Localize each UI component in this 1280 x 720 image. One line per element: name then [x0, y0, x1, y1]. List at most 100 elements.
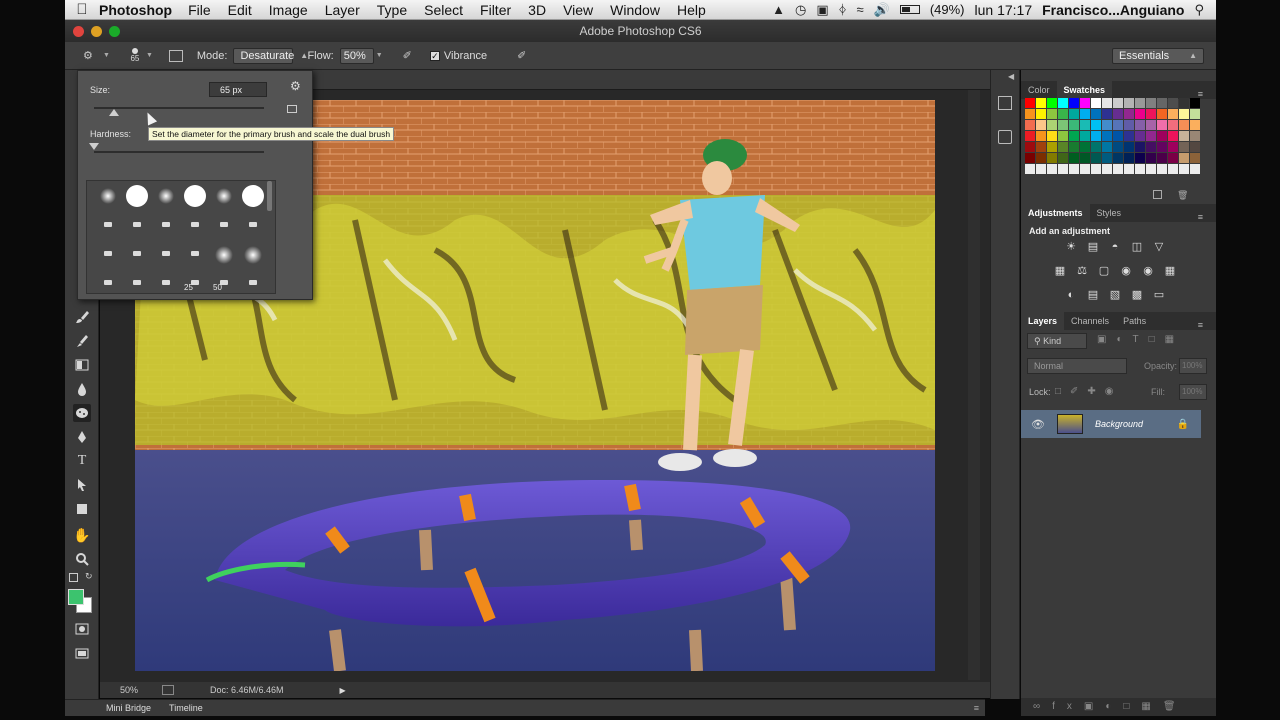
color-swatch[interactable]: [1036, 153, 1046, 163]
color-swatch[interactable]: [1157, 131, 1167, 141]
tab-channels[interactable]: Channels: [1064, 312, 1116, 330]
color-swatch[interactable]: [1190, 164, 1200, 174]
hand-tool[interactable]: ✋: [73, 526, 91, 544]
color-swatch[interactable]: [1157, 109, 1167, 119]
color-swatch[interactable]: [1036, 109, 1046, 119]
color-swatch[interactable]: [1036, 142, 1046, 152]
color-swatch[interactable]: [1047, 98, 1057, 108]
sponge-tool[interactable]: [73, 404, 91, 422]
color-swatch[interactable]: [1135, 109, 1145, 119]
color-swatch[interactable]: [1058, 98, 1068, 108]
color-swatch[interactable]: [1069, 164, 1079, 174]
menu-image[interactable]: Image: [269, 2, 308, 18]
exposure-icon[interactable]: ◫: [1130, 240, 1144, 254]
color-swatch[interactable]: [1047, 120, 1057, 130]
brush-panel-toggle-icon[interactable]: [168, 49, 183, 62]
color-swatch[interactable]: [1058, 131, 1068, 141]
color-swatch[interactable]: [1113, 120, 1123, 130]
color-swatch[interactable]: [1124, 131, 1134, 141]
brush-tip-soft[interactable]: [244, 246, 262, 264]
selective-color-icon[interactable]: ▩: [1130, 288, 1144, 302]
brush-tip-special[interactable]: [133, 280, 141, 285]
color-swatch[interactable]: [1069, 142, 1079, 152]
menu-layer[interactable]: Layer: [325, 2, 360, 18]
color-lookup-icon[interactable]: ▦: [1163, 264, 1177, 278]
vertical-scrollbar[interactable]: [968, 90, 980, 680]
color-swatch[interactable]: [1025, 98, 1035, 108]
color-swatch[interactable]: [1058, 120, 1068, 130]
color-swatch[interactable]: [1036, 98, 1046, 108]
color-swatch[interactable]: [1190, 109, 1200, 119]
color-swatch[interactable]: [1102, 164, 1112, 174]
color-swatch[interactable]: [1124, 98, 1134, 108]
color-swatch[interactable]: [1157, 153, 1167, 163]
zoom-level[interactable]: 50%: [120, 685, 160, 695]
fill-field[interactable]: 100%: [1179, 384, 1207, 400]
color-swatch[interactable]: [1102, 142, 1112, 152]
color-swatch[interactable]: [1157, 164, 1167, 174]
quick-mask-button[interactable]: [73, 620, 91, 638]
color-swatch[interactable]: [1047, 142, 1057, 152]
color-swatch[interactable]: [1168, 98, 1178, 108]
opacity-field[interactable]: 100%: [1179, 358, 1207, 374]
brush-tool[interactable]: [73, 308, 91, 326]
color-swatch[interactable]: [1025, 164, 1035, 174]
menu-window[interactable]: Window: [610, 2, 660, 18]
color-swatch[interactable]: [1168, 142, 1178, 152]
rectangle-tool[interactable]: [73, 500, 91, 518]
reset-brush-icon[interactable]: [287, 105, 297, 113]
color-swatch[interactable]: [1179, 131, 1189, 141]
color-swatch[interactable]: [1058, 164, 1068, 174]
color-swatch[interactable]: [1069, 131, 1079, 141]
brush-tip-soft[interactable]: [100, 188, 116, 204]
color-swatch[interactable]: [1157, 98, 1167, 108]
color-swatch[interactable]: [1080, 131, 1090, 141]
color-swatch[interactable]: [1091, 98, 1101, 108]
gradient-map-icon[interactable]: ▭: [1152, 288, 1166, 302]
brush-tip-special[interactable]: [162, 222, 170, 227]
color-swatch[interactable]: [1168, 131, 1178, 141]
color-swatch[interactable]: [1113, 164, 1123, 174]
color-swatch[interactable]: [1091, 120, 1101, 130]
color-swatch[interactable]: [1190, 153, 1200, 163]
color-swatch[interactable]: [1168, 109, 1178, 119]
layers-menu-icon[interactable]: ≡: [1191, 316, 1210, 334]
color-swatch[interactable]: [1091, 142, 1101, 152]
lock-icons[interactable]: □✐✚◉: [1055, 386, 1123, 397]
color-swatch[interactable]: [1058, 109, 1068, 119]
brush-tip-soft[interactable]: [216, 188, 232, 204]
menu-type[interactable]: Type: [377, 2, 407, 18]
gradient-tool[interactable]: [73, 356, 91, 374]
menu-edit[interactable]: Edit: [228, 2, 252, 18]
zoom-tool[interactable]: [73, 550, 91, 568]
color-swatch[interactable]: [1124, 164, 1134, 174]
brush-tip-special[interactable]: [104, 251, 112, 256]
swap-colors-icon[interactable]: ↻: [85, 571, 93, 582]
color-swatch[interactable]: [1047, 109, 1057, 119]
color-swatch[interactable]: [1124, 142, 1134, 152]
layer-name[interactable]: Background: [1095, 419, 1143, 429]
tab-layers[interactable]: Layers: [1021, 312, 1065, 330]
bluetooth-icon[interactable]: ᛄ: [839, 2, 847, 17]
workspace-select[interactable]: Essentials ▲: [1112, 48, 1204, 64]
layers-footer-icons[interactable]: ∞fx▣◐□▦🗑: [1033, 701, 1188, 712]
menu-app-name[interactable]: Photoshop: [99, 2, 172, 18]
color-swatch[interactable]: [1069, 98, 1079, 108]
color-swatch[interactable]: [1080, 98, 1090, 108]
color-swatch[interactable]: [1091, 109, 1101, 119]
color-swatch[interactable]: [1113, 153, 1123, 163]
color-swatch[interactable]: [1168, 153, 1178, 163]
status-menu-arrow-icon[interactable]: ▶: [340, 686, 346, 695]
battery-icon[interactable]: [899, 5, 920, 14]
brush-tip-special[interactable]: [249, 280, 257, 285]
color-swatch[interactable]: [1190, 98, 1200, 108]
color-swatch[interactable]: [1190, 120, 1200, 130]
posterize-icon[interactable]: ▤: [1086, 288, 1100, 302]
menu-select[interactable]: Select: [424, 2, 463, 18]
menu-filter[interactable]: Filter: [480, 2, 511, 18]
brush-tip-special[interactable]: [162, 280, 170, 285]
color-swatch[interactable]: [1179, 153, 1189, 163]
color-swatch[interactable]: [1168, 120, 1178, 130]
color-swatch[interactable]: [1102, 98, 1112, 108]
brush-tip-special[interactable]: [133, 222, 141, 227]
